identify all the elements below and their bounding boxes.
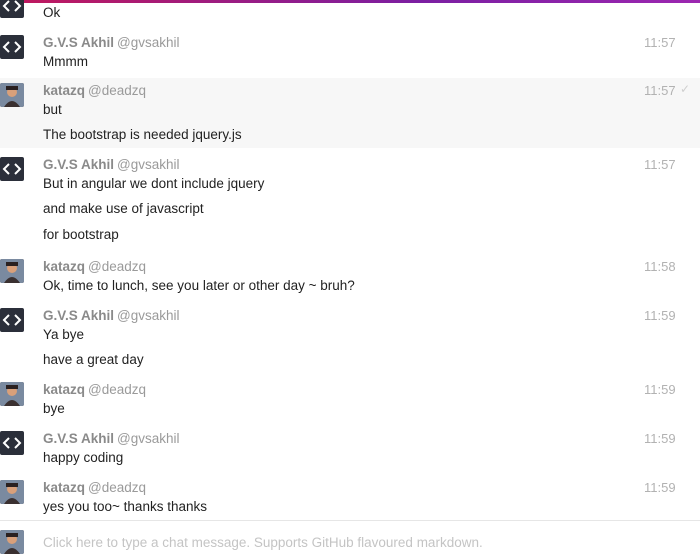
chat-composer[interactable]: Click here to type a chat message. Suppo…	[0, 520, 700, 554]
message-timestamp[interactable]: 11:57	[644, 83, 676, 98]
code-brackets-icon	[2, 314, 22, 326]
message-text: The bootstrap is needed jquery.js	[43, 127, 242, 142]
author-handle: @gvsakhil	[117, 308, 180, 323]
message-timestamp[interactable]: 11:59	[644, 382, 676, 397]
message-timestamp[interactable]: 11:57	[644, 157, 676, 172]
message-text: but	[43, 102, 62, 117]
chat-message: katazq @deadzq 11:59 bye	[0, 377, 700, 423]
message-author[interactable]: katazq @deadzq	[43, 382, 146, 397]
message-text: yes you too~ thanks thanks	[43, 499, 207, 514]
author-handle: @gvsakhil	[117, 431, 180, 446]
message-timestamp[interactable]: 11:59	[644, 431, 676, 446]
author-handle: @gvsakhil	[117, 35, 180, 50]
avatar[interactable]	[0, 480, 24, 504]
message-timestamp[interactable]: 11:58	[644, 259, 676, 274]
user-photo-icon	[0, 480, 24, 504]
message-text: Ya bye	[43, 327, 85, 342]
avatar[interactable]	[0, 431, 24, 455]
code-brackets-icon	[2, 41, 22, 53]
code-brackets-icon	[2, 0, 22, 12]
avatar[interactable]	[0, 157, 24, 181]
message-author[interactable]: katazq @deadzq	[43, 259, 146, 274]
chat-message: katazq @deadzq 11:58 Ok, time to lunch, s…	[0, 254, 700, 300]
code-brackets-icon	[2, 163, 22, 175]
avatar[interactable]	[0, 0, 24, 18]
chat-message-list: Ok G.V.S Akhil @gvsakhil 11:57 Mmmm kataz…	[0, 0, 700, 520]
user-photo-icon	[0, 259, 24, 283]
code-brackets-icon	[2, 437, 22, 449]
chat-input[interactable]: Click here to type a chat message. Suppo…	[43, 535, 483, 550]
chat-message: G.V.S Akhil @gvsakhil 11:57 Mmmm	[0, 30, 700, 76]
message-timestamp[interactable]: 11:59	[644, 308, 676, 323]
avatar[interactable]	[0, 308, 24, 332]
chat-message: G.V.S Akhil @gvsakhil 11:57 But in angula…	[0, 152, 700, 248]
chat-message: katazq @deadzq 11:59 yes you too~ thanks …	[0, 475, 700, 519]
message-author[interactable]: G.V.S Akhil @gvsakhil	[43, 308, 180, 323]
message-text: and make use of javascript	[43, 201, 204, 216]
avatar[interactable]	[0, 35, 24, 59]
chat-message: Ok	[0, 0, 700, 26]
author-handle: @gvsakhil	[117, 157, 180, 172]
message-author[interactable]: G.V.S Akhil @gvsakhil	[43, 431, 180, 446]
user-photo-icon	[0, 382, 24, 406]
message-text: Ok	[43, 5, 61, 20]
message-text: Mmmm	[43, 54, 88, 69]
message-author[interactable]: katazq @deadzq	[43, 83, 146, 98]
author-handle: @deadzq	[88, 480, 147, 495]
message-text: Ok, time to lunch, see you later or othe…	[43, 278, 355, 293]
author-handle: @deadzq	[88, 83, 147, 98]
user-photo-icon	[0, 83, 24, 107]
message-author[interactable]: katazq @deadzq	[43, 480, 146, 495]
chat-message: katazq @deadzq 11:57 ✓ but The bootstrap …	[0, 78, 700, 148]
chat-message: G.V.S Akhil @gvsakhil 11:59 Ya bye have a…	[0, 303, 700, 373]
message-text: have a great day	[43, 352, 144, 367]
message-author[interactable]: G.V.S Akhil @gvsakhil	[43, 157, 180, 172]
avatar[interactable]	[0, 382, 24, 406]
avatar[interactable]	[0, 83, 24, 107]
message-text: bye	[43, 401, 65, 416]
message-text: But in angular we dont include jquery	[43, 176, 265, 191]
avatar	[0, 530, 24, 554]
chat-message: G.V.S Akhil @gvsakhil 11:59 happy coding	[0, 426, 700, 472]
avatar[interactable]	[0, 259, 24, 283]
user-photo-icon	[0, 530, 24, 554]
message-timestamp[interactable]: 11:59	[644, 480, 676, 495]
read-check-icon: ✓	[680, 82, 691, 96]
message-author[interactable]: G.V.S Akhil @gvsakhil	[43, 35, 180, 50]
message-timestamp[interactable]: 11:57	[644, 35, 676, 50]
author-handle: @deadzq	[88, 382, 147, 397]
message-text: happy coding	[43, 450, 124, 465]
author-handle: @deadzq	[88, 259, 147, 274]
message-text: for bootstrap	[43, 227, 119, 242]
